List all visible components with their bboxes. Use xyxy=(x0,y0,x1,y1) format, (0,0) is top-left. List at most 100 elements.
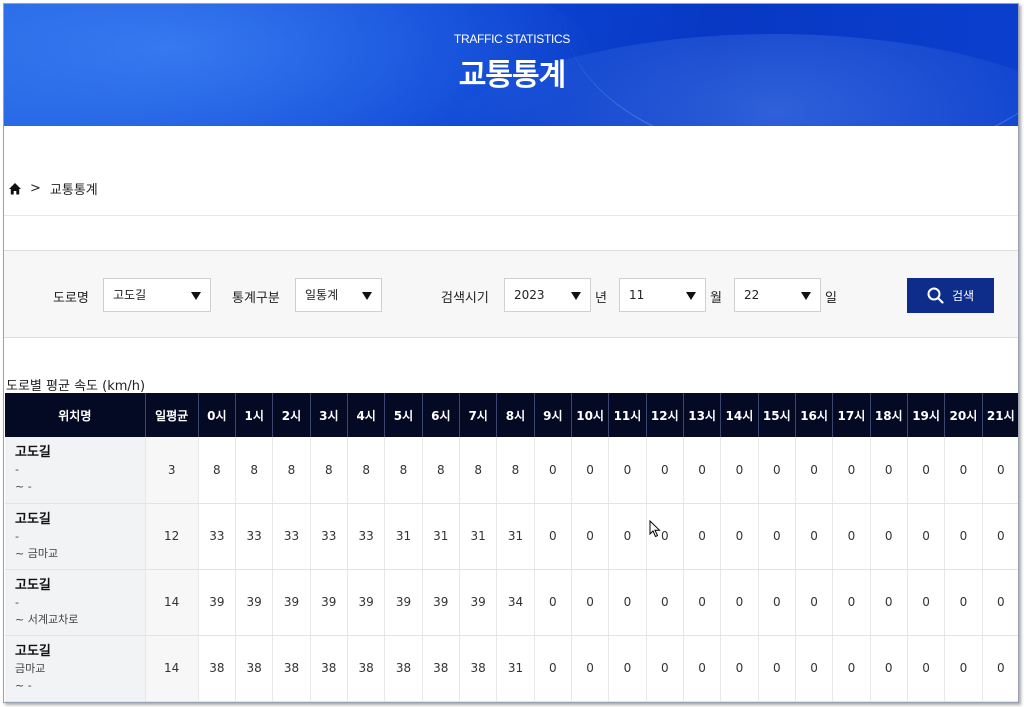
chevron-down-icon xyxy=(801,292,811,300)
road-select[interactable]: 고도길 xyxy=(103,278,211,312)
hour-speed-cell: 0 xyxy=(795,437,834,504)
search-panel: 도로명 고도길 통계구분 일통계 검색시기 2023 년 11 월 22 일 검… xyxy=(4,250,1018,338)
hour-speed-cell: 38 xyxy=(272,635,311,702)
header-hour-17: 17시 xyxy=(832,393,871,437)
header-hour-2: 2시 xyxy=(272,393,311,437)
hour-speed-cell: 33 xyxy=(198,503,237,570)
hour-speed-cell: 31 xyxy=(459,503,498,570)
hour-speed-cell: 38 xyxy=(347,635,386,702)
month-select[interactable]: 11 xyxy=(619,278,706,312)
table-row: 고도길 - ~ 금마교 12 33 33 33 33 33 31 31 31 31 0 0 0 0 0 0 0 0 0 0 0… xyxy=(5,503,1018,570)
hour-speed-cell: 38 xyxy=(422,635,460,702)
hour-speed-cell: 8 xyxy=(384,437,423,504)
header-daily-average: 일평균 xyxy=(145,393,199,437)
hour-speed-cell: 0 xyxy=(870,569,908,636)
stat-type-label: 통계구분 xyxy=(232,291,280,306)
hour-speed-cell: 0 xyxy=(534,569,572,636)
breadcrumb-current[interactable]: 교통통계 xyxy=(50,179,98,198)
hour-speed-cell: 0 xyxy=(982,635,1018,702)
hour-speed-cell: 0 xyxy=(571,635,610,702)
table-header-row: 위치명 일평균 0시 1시 2시 3시 4시 5시 6시 7시 8시 9시 10시 11시 12시 13시 14… xyxy=(5,393,1018,437)
hour-speed-cell: 39 xyxy=(235,569,274,636)
location-to: ~ 금마교 xyxy=(15,546,59,560)
road-label: 도로명 xyxy=(53,291,89,306)
hour-speed-cell: 0 xyxy=(870,437,908,504)
table-title: 도로별 평균 속도 (km/h) xyxy=(6,379,146,394)
hour-speed-cell: 0 xyxy=(982,437,1018,504)
search-button[interactable]: 검색 xyxy=(907,278,994,313)
hour-speed-cell: 0 xyxy=(795,635,834,702)
hour-speed-cell: 0 xyxy=(982,503,1018,570)
header-hour-7: 7시 xyxy=(459,393,498,437)
hour-speed-cell: 33 xyxy=(310,503,348,570)
hour-speed-cell: 8 xyxy=(310,437,348,504)
hour-speed-cell: 0 xyxy=(907,437,946,504)
hour-speed-cell: 0 xyxy=(758,503,796,570)
header-hour-12: 12시 xyxy=(646,393,684,437)
hour-speed-cell: 31 xyxy=(384,503,423,570)
header-hour-5: 5시 xyxy=(384,393,423,437)
hour-speed-cell: 0 xyxy=(720,635,759,702)
home-icon[interactable] xyxy=(8,182,22,196)
header-hour-18: 18시 xyxy=(870,393,908,437)
hour-speed-cell: 0 xyxy=(646,569,684,636)
hour-speed-cell: 0 xyxy=(832,635,871,702)
hour-speed-cell: 0 xyxy=(758,635,796,702)
daily-average-cell: 14 xyxy=(145,635,199,702)
header-hour-16: 16시 xyxy=(795,393,834,437)
hour-speed-cell: 39 xyxy=(422,569,460,636)
hour-speed-cell: 0 xyxy=(907,635,946,702)
location-name: 고도길 xyxy=(15,445,51,461)
hour-speed-cell: 0 xyxy=(944,569,983,636)
hour-speed-cell: 0 xyxy=(683,503,722,570)
table-row: 고도길 금마교 ~ -14 38 38 38 38 38 38 38 38 31 0 0 0 0 0 0 0 0 0 0 0… xyxy=(5,635,1018,702)
hour-speed-cell: 8 xyxy=(272,437,311,504)
search-icon xyxy=(927,287,944,304)
banner-subtitle: TRAFFIC STATISTICS xyxy=(453,32,571,46)
header-hour-9: 9시 xyxy=(534,393,572,437)
stat-type-value: 일통계 xyxy=(305,288,339,302)
hour-speed-cell: 0 xyxy=(944,635,983,702)
header-hour-14: 14시 xyxy=(720,393,759,437)
hour-speed-cell: 0 xyxy=(683,437,722,504)
hour-speed-cell: 38 xyxy=(235,635,274,702)
hour-speed-cell: 38 xyxy=(459,635,498,702)
mouse-cursor-icon xyxy=(649,520,661,538)
hour-speed-cell: 31 xyxy=(496,635,535,702)
search-button-label: 검색 xyxy=(951,289,975,303)
location-to: ~ 서계교차로 xyxy=(15,612,79,626)
hour-speed-cell: 0 xyxy=(608,569,647,636)
location-to: ~ - xyxy=(15,480,32,494)
table-row: 고도길 - ~ -38888888880000000000000 xyxy=(5,437,1018,504)
hour-speed-cell: 39 xyxy=(272,569,311,636)
daily-average-cell: 12 xyxy=(145,503,199,570)
header-hour-4: 4시 xyxy=(347,393,386,437)
hour-speed-cell: 0 xyxy=(832,437,871,504)
hour-speed-cell: 33 xyxy=(272,503,311,570)
header-hour-3: 3시 xyxy=(310,393,348,437)
hour-speed-cell: 8 xyxy=(235,437,274,504)
hour-speed-cell: 0 xyxy=(571,569,610,636)
browser-frame: TRAFFIC STATISTICS 교통통계 > 교통통계 도로명 고도길 통… xyxy=(3,3,1019,703)
hour-speed-cell: 0 xyxy=(870,503,908,570)
hour-speed-cell: 0 xyxy=(534,503,572,570)
day-select[interactable]: 22 xyxy=(734,278,821,312)
period-label: 검색시기 xyxy=(441,291,489,306)
hour-speed-cell: 0 xyxy=(944,503,983,570)
year-value: 2023 xyxy=(514,288,545,302)
breadcrumb: > 교통통계 xyxy=(8,179,98,198)
location-from: - xyxy=(15,595,19,609)
location-name: 고도길 xyxy=(15,643,51,659)
daily-average-cell: 14 xyxy=(145,569,199,636)
year-select[interactable]: 2023 xyxy=(504,278,591,312)
hour-speed-cell: 39 xyxy=(198,569,237,636)
location-from: - xyxy=(15,463,19,477)
hour-speed-cell: 38 xyxy=(310,635,348,702)
speed-table: 위치명 일평균 0시 1시 2시 3시 4시 5시 6시 7시 8시 9시 10시 11시 12시 13시 14… xyxy=(5,393,1018,702)
hour-speed-cell: 0 xyxy=(534,635,572,702)
stat-type-select[interactable]: 일통계 xyxy=(295,278,382,312)
hour-speed-cell: 33 xyxy=(347,503,386,570)
hour-speed-cell: 8 xyxy=(496,437,535,504)
hour-speed-cell: 31 xyxy=(496,503,535,570)
hour-speed-cell: 31 xyxy=(422,503,460,570)
